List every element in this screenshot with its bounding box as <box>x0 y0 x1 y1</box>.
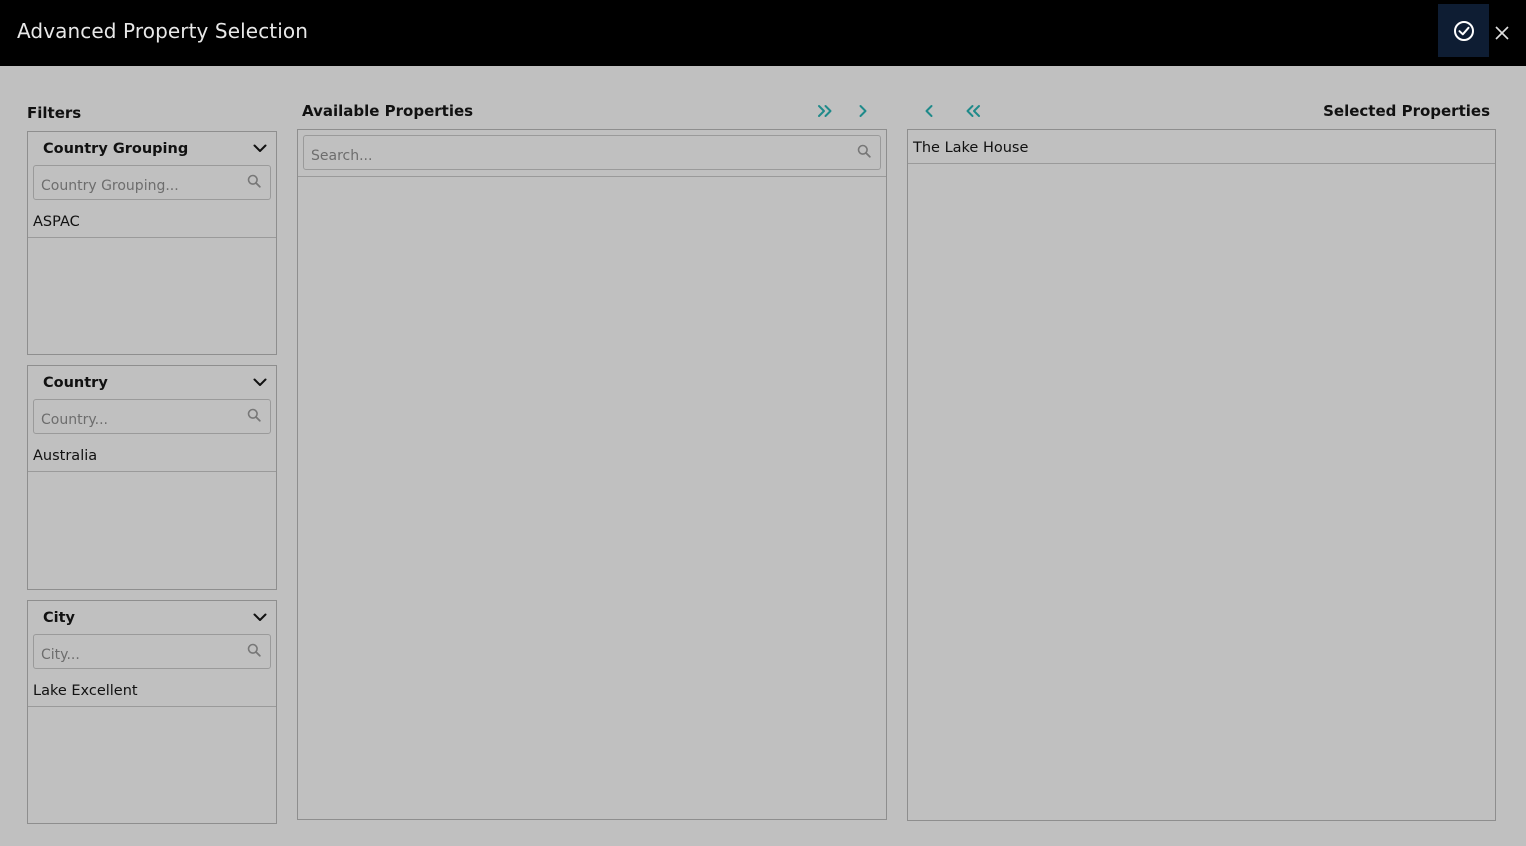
country-grouping-search-input[interactable] <box>34 166 270 199</box>
double-chevron-left-icon <box>966 105 980 117</box>
filter-header[interactable]: City <box>28 601 276 634</box>
chevron-right-icon <box>859 105 867 117</box>
country-grouping-search-field[interactable] <box>33 165 271 200</box>
divider <box>298 176 886 177</box>
list-item[interactable]: ASPAC <box>28 200 276 238</box>
chevron-left-icon <box>925 105 933 117</box>
filter-city: City Lake Excellent <box>27 600 277 824</box>
search-icon <box>247 174 261 188</box>
country-search-input[interactable] <box>34 400 270 433</box>
move-all-right-button[interactable] <box>814 101 836 121</box>
close-icon <box>1495 26 1509 40</box>
title-bar: Advanced Property Selection <box>0 0 1526 66</box>
search-icon <box>247 643 261 657</box>
available-properties-panel <box>297 129 887 820</box>
selected-properties-heading: Selected Properties <box>1323 102 1490 120</box>
window-title: Advanced Property Selection <box>17 19 309 43</box>
filter-label: City <box>43 609 75 626</box>
filter-country-grouping: Country Grouping ASPAC <box>27 131 277 355</box>
list-item[interactable]: Lake Excellent <box>28 669 276 707</box>
check-circle-icon <box>1453 20 1474 41</box>
city-search-field[interactable] <box>33 634 271 669</box>
chevron-down-icon[interactable] <box>253 613 267 622</box>
confirm-button[interactable] <box>1438 4 1489 57</box>
filters-heading: Filters <box>27 104 82 122</box>
search-icon <box>247 408 261 422</box>
move-all-left-button[interactable] <box>962 101 984 121</box>
list-item[interactable]: Australia <box>28 434 276 472</box>
filter-country: Country Australia <box>27 365 277 590</box>
filter-header[interactable]: Country Grouping <box>28 132 276 165</box>
chevron-down-icon[interactable] <box>253 378 267 387</box>
filter-label: Country <box>43 374 108 391</box>
available-search-field[interactable] <box>303 135 881 170</box>
search-icon <box>857 144 871 158</box>
move-right-button[interactable] <box>852 101 874 121</box>
chevron-down-icon[interactable] <box>253 144 267 153</box>
city-search-input[interactable] <box>34 635 270 668</box>
double-chevron-right-icon <box>818 105 832 117</box>
available-properties-heading: Available Properties <box>302 102 474 120</box>
list-item[interactable]: The Lake House <box>908 130 1495 164</box>
selected-properties-panel: The Lake House <box>907 129 1496 821</box>
country-search-field[interactable] <box>33 399 271 434</box>
close-button[interactable] <box>1490 20 1514 46</box>
filter-header[interactable]: Country <box>28 366 276 399</box>
move-left-button[interactable] <box>918 101 940 121</box>
filter-label: Country Grouping <box>43 140 189 157</box>
available-search-input[interactable] <box>304 136 880 169</box>
